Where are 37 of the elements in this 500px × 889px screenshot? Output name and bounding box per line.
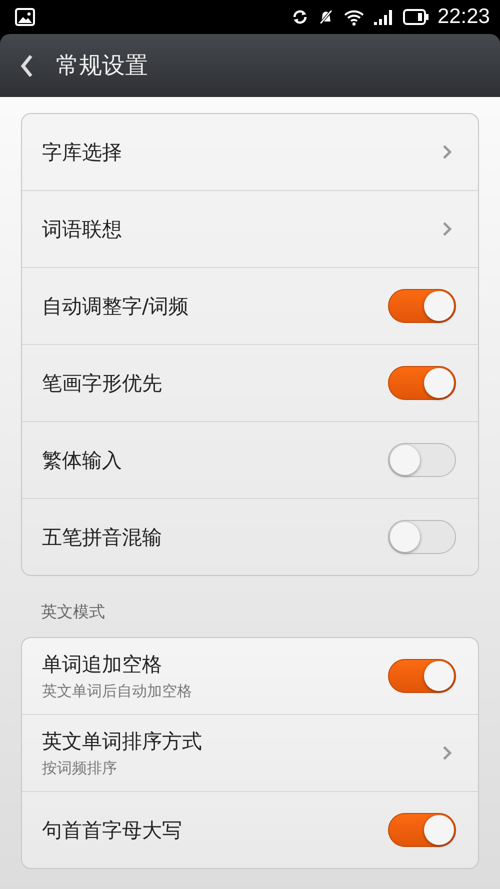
toggle-switch[interactable]: [388, 289, 456, 323]
back-button[interactable]: [20, 54, 34, 78]
settings-row[interactable]: 五笔拼音混输: [22, 498, 478, 575]
chevron-right-icon: [442, 221, 452, 237]
toggle-switch[interactable]: [388, 659, 456, 693]
setting-label: 词语联想: [42, 216, 122, 242]
settings-row[interactable]: 英文单词排序方式 按词频排序: [22, 714, 478, 791]
wifi-icon: [343, 8, 366, 26]
setting-label: 句首首字母大写: [42, 816, 182, 844]
setting-description: 按词频排序: [42, 759, 118, 778]
window-title: 常规设置: [56, 52, 148, 81]
battery-icon: [403, 9, 430, 25]
image-icon: [15, 8, 35, 26]
setting-label: 英文单词排序方式: [42, 728, 202, 755]
clock: 22:23: [437, 5, 490, 29]
setting-label: 繁体输入: [42, 446, 122, 474]
toggle-switch[interactable]: [388, 443, 456, 477]
settings-row[interactable]: 自动调整字/词频: [22, 267, 478, 344]
chevron-right-icon: [442, 745, 452, 761]
settings-row[interactable]: 笔画字形优先: [22, 344, 478, 421]
section-heading: 英文模式: [40, 601, 106, 623]
setting-label: 字库选择: [42, 138, 122, 166]
settings-row[interactable]: 字库选择: [22, 114, 478, 190]
toggle-switch[interactable]: [388, 366, 456, 400]
settings-row[interactable]: 词语联想: [22, 190, 478, 267]
toggle-switch[interactable]: [388, 813, 456, 847]
setting-label: 单词追加空格: [42, 651, 163, 678]
toggle-switch[interactable]: [388, 520, 456, 554]
sync-icon: [291, 8, 310, 26]
setting-description: 英文单词后自动加空格: [42, 682, 192, 701]
settings-row[interactable]: 句首首字母大写: [22, 791, 478, 868]
settings-row[interactable]: 单词追加空格 英文单词后自动加空格: [22, 638, 478, 714]
setting-label: 自动调整字/词频: [42, 292, 189, 320]
setting-label: 五笔拼音混输: [42, 524, 162, 550]
setting-label: 笔画字形优先: [42, 370, 162, 396]
settings-row[interactable]: 繁体输入: [22, 421, 478, 498]
chevron-right-icon: [442, 144, 452, 160]
